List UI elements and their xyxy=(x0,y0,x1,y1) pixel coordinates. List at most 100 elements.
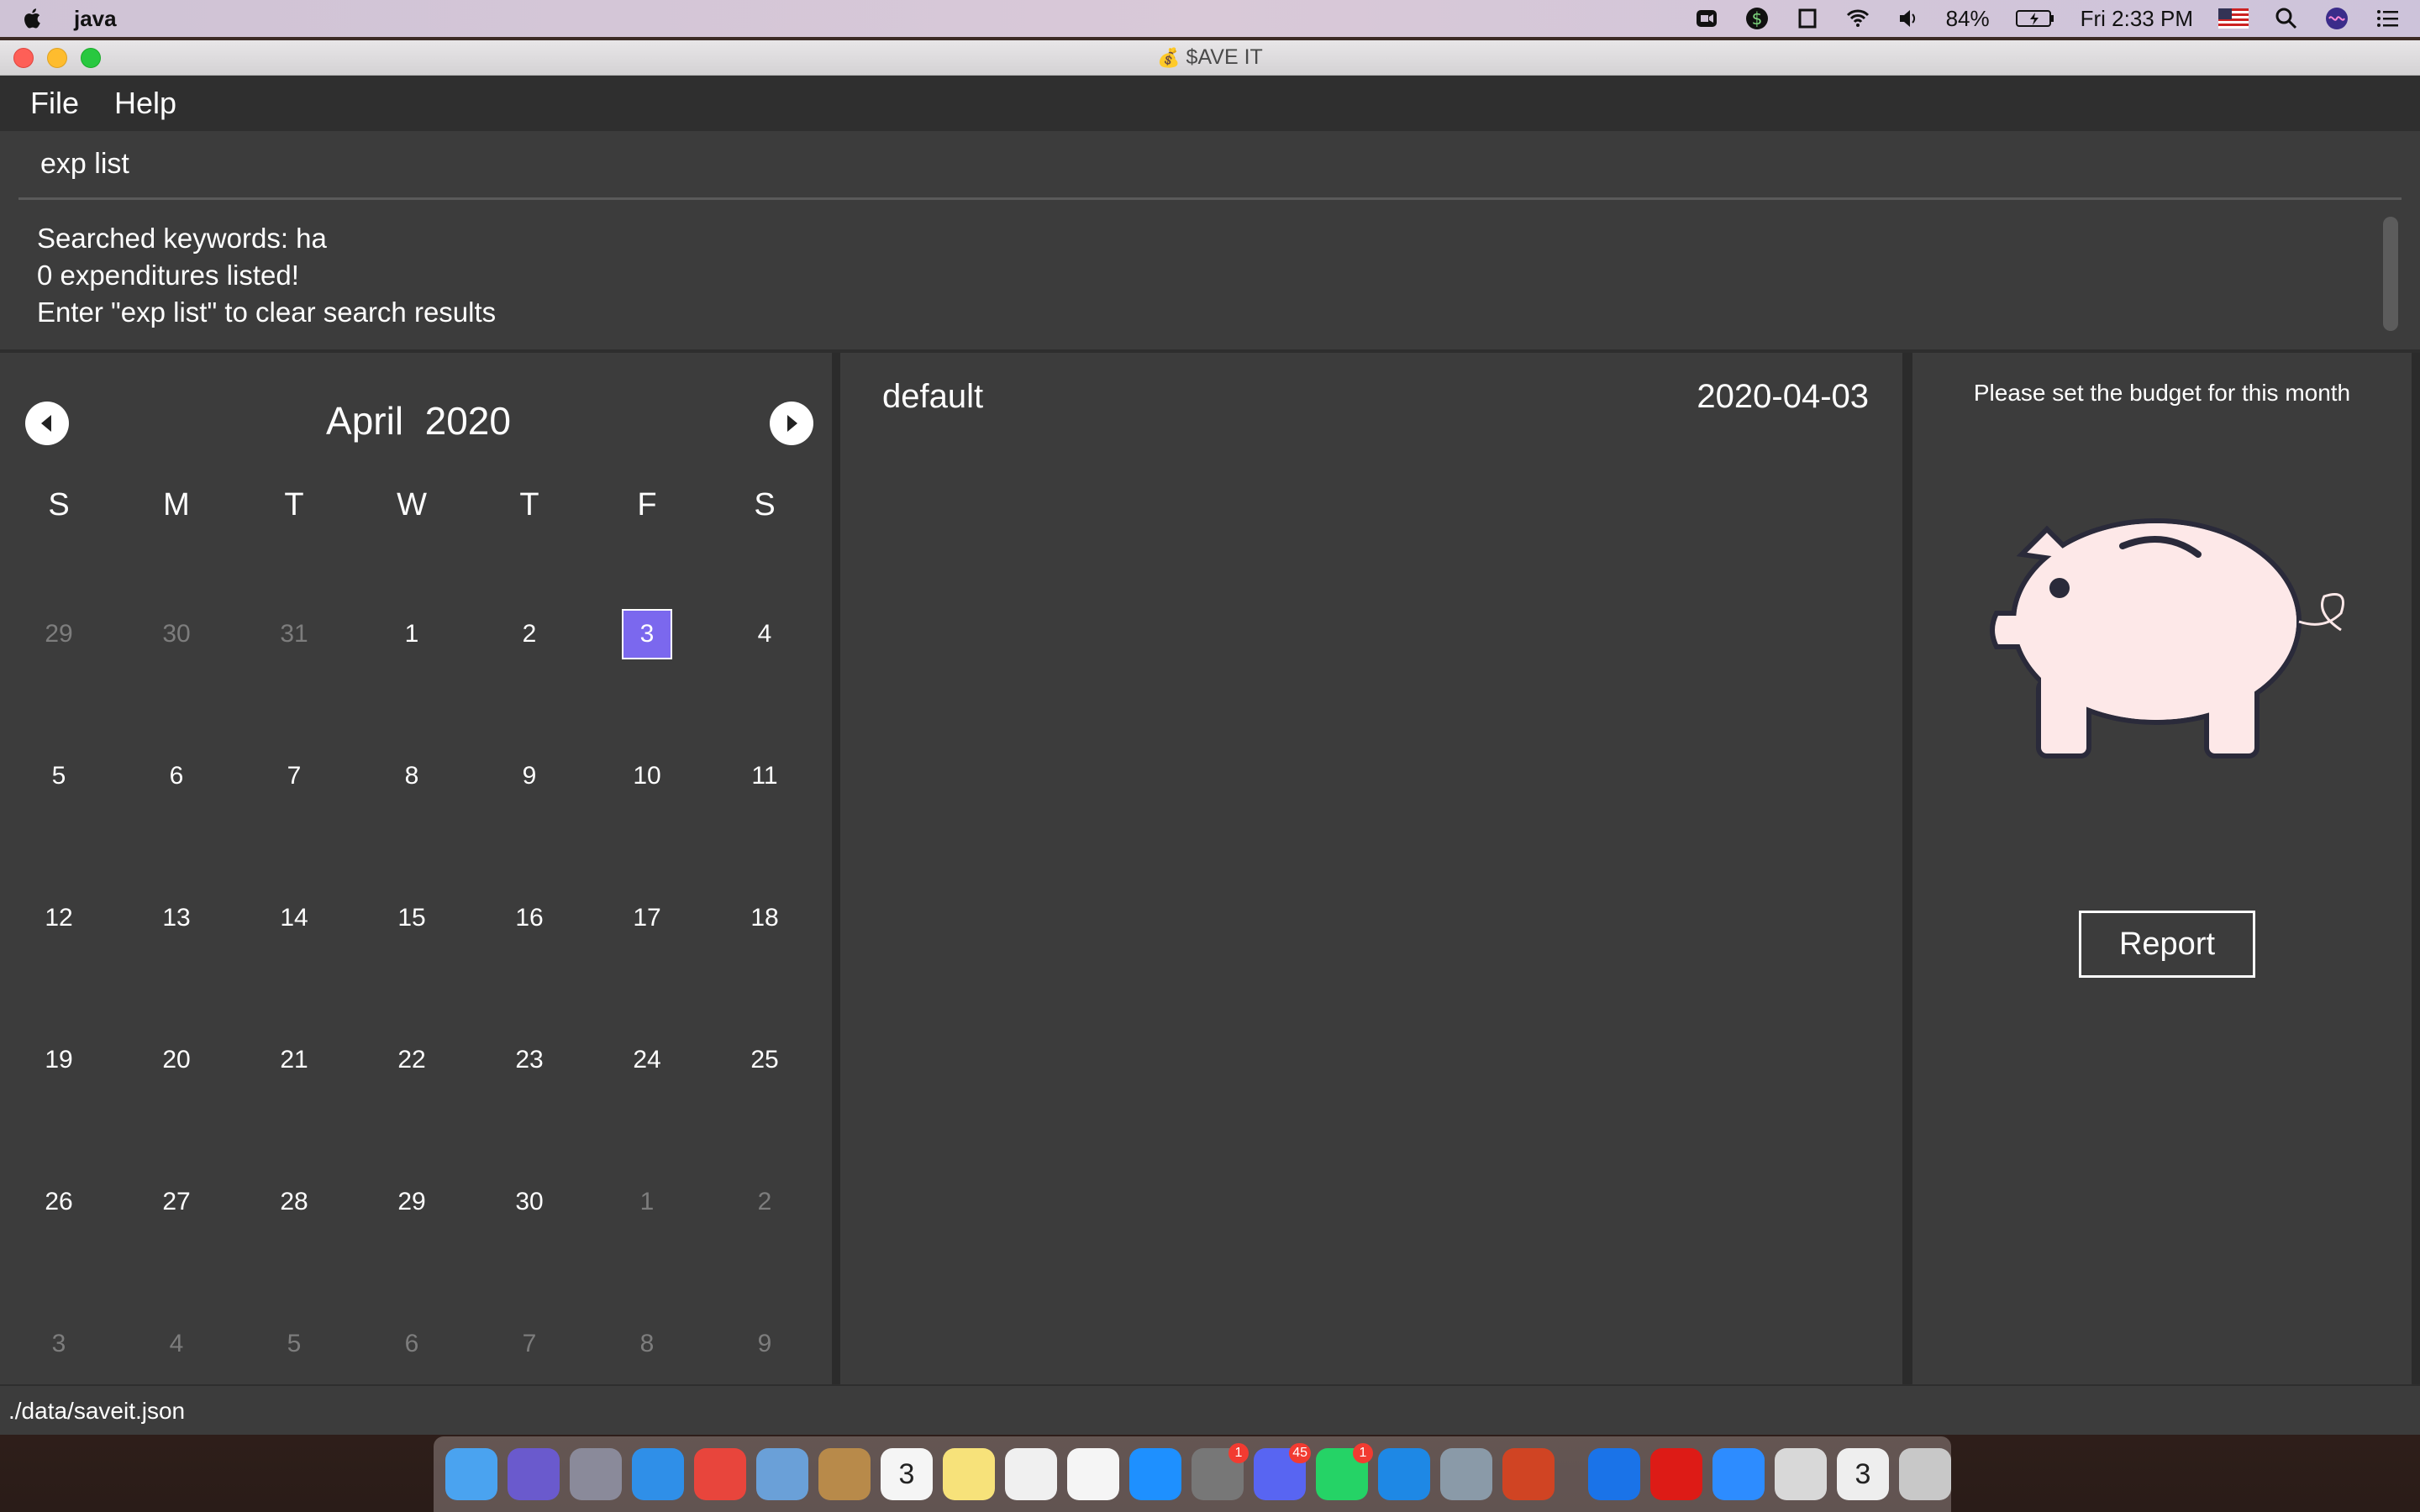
calendar-day[interactable]: 21 xyxy=(235,1035,353,1085)
finder-icon[interactable] xyxy=(445,1448,497,1500)
menu-help[interactable]: Help xyxy=(114,86,176,121)
calendar-day[interactable]: 4 xyxy=(706,609,823,659)
wifi-icon[interactable] xyxy=(1845,6,1870,31)
calendar-day-number: 18 xyxy=(750,903,779,932)
calendar-day[interactable]: 1 xyxy=(588,1177,706,1227)
calendar-day[interactable]: 7 xyxy=(235,751,353,801)
chrome-icon[interactable] xyxy=(694,1448,746,1500)
battery-percent[interactable]: 84% xyxy=(1946,6,1990,32)
app-window: 💰 $AVE IT File Help Searched keywords: h… xyxy=(0,40,2420,1435)
calendar-day[interactable]: 19 xyxy=(0,1035,118,1085)
spotlight-search-icon[interactable] xyxy=(2274,6,2299,31)
system-menubar: java $ 84% Fri 2:33 PM xyxy=(0,0,2420,37)
calendar-day[interactable]: 28 xyxy=(235,1177,353,1227)
notes-icon[interactable] xyxy=(943,1448,995,1500)
calendar-day[interactable]: 4 xyxy=(118,1319,235,1369)
notification-badge: 1 xyxy=(1228,1443,1249,1463)
reminders-icon[interactable] xyxy=(1005,1448,1057,1500)
calendar-day[interactable]: 6 xyxy=(353,1319,471,1369)
calendar-icon[interactable]: 3 xyxy=(881,1448,933,1500)
calendar-day[interactable]: 1 xyxy=(353,609,471,659)
calendar-day[interactable]: 6 xyxy=(118,751,235,801)
svg-text:$: $ xyxy=(1751,8,1762,29)
calendar-day[interactable]: 12 xyxy=(0,893,118,943)
calendar-day[interactable]: 25 xyxy=(706,1035,823,1085)
system-preferences-icon[interactable]: 1 xyxy=(1192,1443,1249,1500)
calendar-day[interactable]: 5 xyxy=(235,1319,353,1369)
calendar-day[interactable]: 9 xyxy=(706,1319,823,1369)
battery-icon[interactable] xyxy=(2015,6,2055,31)
screen-status-icon[interactable] xyxy=(1795,6,1820,31)
next-month-button[interactable] xyxy=(770,402,813,445)
angular-icon[interactable] xyxy=(1650,1448,1702,1500)
calendar-day[interactable]: 7 xyxy=(471,1319,588,1369)
calendar-day[interactable]: 15 xyxy=(353,893,471,943)
calendar-day[interactable]: 2 xyxy=(471,609,588,659)
calendar-doc-icon[interactable]: 3 xyxy=(1837,1448,1889,1500)
siri-icon[interactable] xyxy=(508,1448,560,1500)
calendar-day[interactable]: 22 xyxy=(353,1035,471,1085)
calendar-day[interactable]: 8 xyxy=(588,1319,706,1369)
notification-center-icon[interactable] xyxy=(2375,6,2400,31)
calendar-day-number: 5 xyxy=(287,1329,302,1357)
vscode-icon[interactable] xyxy=(1378,1448,1430,1500)
calendar-day-selected[interactable]: 3 xyxy=(588,608,706,659)
calendar-day[interactable]: 24 xyxy=(588,1035,706,1085)
calendar-day[interactable]: 29 xyxy=(0,609,118,659)
zoom-icon[interactable] xyxy=(1712,1448,1765,1500)
calendar-day[interactable]: 27 xyxy=(118,1177,235,1227)
safari-icon[interactable] xyxy=(632,1448,684,1500)
app-store-icon[interactable] xyxy=(1129,1448,1181,1500)
discord-icon[interactable]: 45 xyxy=(1254,1443,1311,1500)
us-flag-icon[interactable] xyxy=(2218,6,2249,31)
launchpad-icon[interactable] xyxy=(570,1448,622,1500)
calendar-day[interactable]: 30 xyxy=(471,1177,588,1227)
maps-pin-icon[interactable] xyxy=(1588,1448,1640,1500)
preview-icon[interactable] xyxy=(756,1448,808,1500)
calendar-day[interactable]: 26 xyxy=(0,1177,118,1227)
powerpoint-icon[interactable] xyxy=(1502,1448,1555,1500)
calendar-day[interactable]: 8 xyxy=(353,751,471,801)
calendar-day[interactable]: 13 xyxy=(118,893,235,943)
calendar-day[interactable]: 29 xyxy=(353,1177,471,1227)
apple-icon[interactable] xyxy=(20,6,45,31)
calendar-day[interactable]: 31 xyxy=(235,609,353,659)
window-titlebar[interactable]: 💰 $AVE IT xyxy=(0,40,2420,76)
calendar-day[interactable]: 9 xyxy=(471,751,588,801)
whatsapp-icon[interactable]: 1 xyxy=(1316,1443,1373,1500)
report-button[interactable]: Report xyxy=(2079,911,2255,978)
calendar-day[interactable]: 23 xyxy=(471,1035,588,1085)
calendar-day[interactable]: 17 xyxy=(588,893,706,943)
calendar-day[interactable]: 11 xyxy=(706,751,823,801)
command-input[interactable] xyxy=(18,131,2402,200)
menu-file[interactable]: File xyxy=(30,86,79,121)
calendar-day-number: 15 xyxy=(397,903,426,932)
calendar-day[interactable]: 3 xyxy=(0,1319,118,1369)
calendar-day[interactable]: 18 xyxy=(706,893,823,943)
zoom-status-icon[interactable] xyxy=(1694,6,1719,31)
calendar-day-number: 4 xyxy=(169,1329,184,1357)
main-panels: April 2020 S M T W T F S 29 30 31 1 2 3 4 5 6 7 8 9… xyxy=(0,353,2420,1384)
calendar-day[interactable]: 30 xyxy=(118,609,235,659)
music-icon[interactable] xyxy=(1067,1448,1119,1500)
weekday-label: T xyxy=(519,487,539,522)
calendar-day-number: 13 xyxy=(162,903,191,932)
calendar-day-number: 11 xyxy=(751,761,778,790)
volume-icon[interactable] xyxy=(1896,6,1921,31)
calendar-day[interactable]: 5 xyxy=(0,751,118,801)
virtualbox-icon[interactable] xyxy=(1440,1448,1492,1500)
calendar-day[interactable]: 16 xyxy=(471,893,588,943)
calendar-day[interactable]: 14 xyxy=(235,893,353,943)
siri-menubar-icon[interactable] xyxy=(2324,6,2349,31)
calendar-day[interactable]: 10 xyxy=(588,751,706,801)
java-cup-icon[interactable] xyxy=(1775,1448,1827,1500)
arrow-right-icon xyxy=(787,415,797,432)
contacts-icon[interactable] xyxy=(818,1448,871,1500)
dollar-status-icon[interactable]: $ xyxy=(1744,6,1770,31)
calendar-day[interactable]: 2 xyxy=(706,1177,823,1227)
trash-icon[interactable] xyxy=(1899,1448,1951,1500)
calendar-day[interactable]: 20 xyxy=(118,1035,235,1085)
result-scrollbar[interactable] xyxy=(2383,217,2398,331)
active-app-name[interactable]: java xyxy=(74,6,117,32)
menubar-clock[interactable]: Fri 2:33 PM xyxy=(2081,6,2193,32)
